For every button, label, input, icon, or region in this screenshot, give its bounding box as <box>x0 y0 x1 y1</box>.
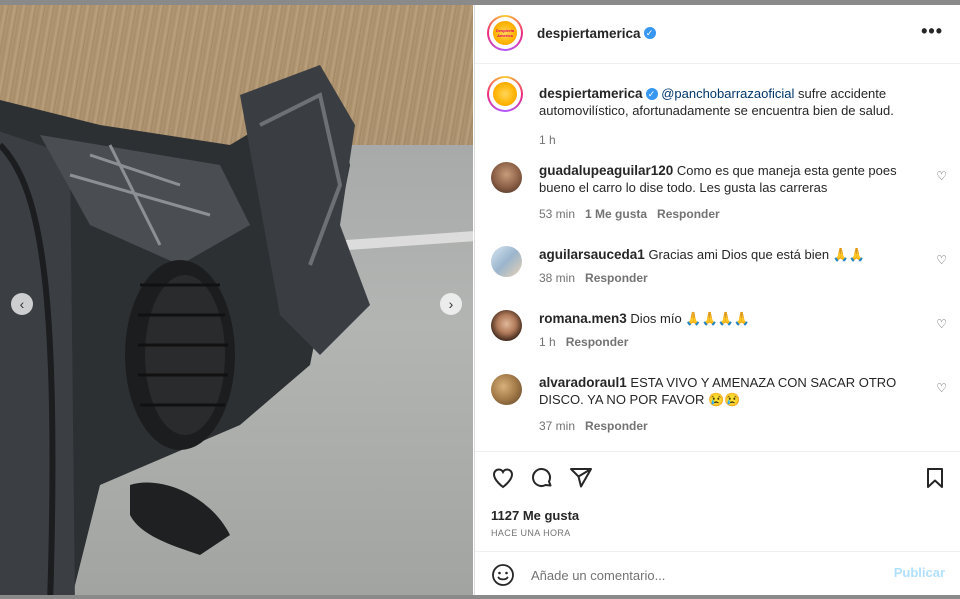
post-actions: 1127 Me gusta HACE UNA HORA <box>475 451 960 552</box>
avatar-logo-text: Despierta America <box>495 28 515 38</box>
heart-icon[interactable] <box>491 466 515 490</box>
comment-likes[interactable]: 1 Me gusta <box>585 207 647 221</box>
like-comment-heart-icon[interactable]: ♡ <box>936 381 947 395</box>
caption-username[interactable]: despiertamerica <box>539 86 643 101</box>
comment-text: aguilarsauceda1 Gracias ami Dios que est… <box>539 246 909 263</box>
comment-text: romana.men3 Dios mío 🙏🙏🙏🙏 <box>539 310 909 327</box>
like-comment-heart-icon[interactable]: ♡ <box>936 253 947 267</box>
comment-time: 38 min <box>539 271 576 285</box>
verified-badge-icon: ✓ <box>645 87 658 100</box>
mention-link[interactable]: @panchobarrazaoficial <box>661 86 794 101</box>
comment-meta: 37 min Responder <box>539 419 648 433</box>
commenter-avatar[interactable] <box>491 246 522 277</box>
next-image-button[interactable]: › <box>440 293 462 315</box>
comment-item: romana.men3 Dios mío 🙏🙏🙏🙏 1 h Responder ♡ <box>475 304 960 352</box>
comment-text: alvaradoraul1 ESTA VIVO Y AMENAZA CON SA… <box>539 374 909 408</box>
reply-button[interactable]: Responder <box>585 271 648 285</box>
comment-username[interactable]: guadalupeaguilar120 <box>539 163 673 178</box>
caption-time: 1 h <box>539 133 556 147</box>
smiley-icon[interactable] <box>491 563 515 587</box>
verified-badge-icon: ✓ <box>643 26 656 39</box>
avatar[interactable]: Despierta America <box>487 15 523 51</box>
comment-item: aguilarsauceda1 Gracias ami Dios que est… <box>475 240 960 288</box>
commenter-avatar[interactable] <box>491 162 522 193</box>
username[interactable]: despiertamerica <box>537 26 641 41</box>
post-header: Despierta America despiertamerica ✓ ••• <box>475 5 960 64</box>
reply-button[interactable]: Responder <box>585 419 648 433</box>
comment-time: 1 h <box>539 335 556 349</box>
comment-time: 37 min <box>539 419 576 433</box>
comment-text: guadalupeaguilar120 Como es que maneja e… <box>539 162 909 196</box>
caption-avatar[interactable] <box>487 76 523 112</box>
comment-input[interactable] <box>529 564 873 586</box>
comment-body: Gracias ami Dios que está bien 🙏🙏 <box>648 247 866 262</box>
previous-image-button[interactable]: ‹ <box>11 293 33 315</box>
post-time-ago: HACE UNA HORA <box>491 528 571 538</box>
caption-item: despiertamerica ✓ @panchobarrazaoficial s… <box>475 76 960 156</box>
bookmark-icon[interactable] <box>923 466 947 490</box>
comment-meta: 1 h Responder <box>539 335 628 349</box>
comment-username[interactable]: aguilarsauceda1 <box>539 247 645 262</box>
likes-count[interactable]: 1127 Me gusta <box>491 508 579 523</box>
commenter-avatar[interactable] <box>491 310 522 341</box>
comment-composer: Publicar <box>475 551 960 596</box>
commenter-avatar[interactable] <box>491 374 522 405</box>
post-sidebar: Despierta America despiertamerica ✓ ••• d… <box>474 5 960 595</box>
comment-username[interactable]: romana.men3 <box>539 311 627 326</box>
header-username-wrap: despiertamerica ✓ <box>537 25 656 43</box>
post-media[interactable]: ‹ › <box>0 5 473 595</box>
comment-username[interactable]: alvaradoraul1 <box>539 375 627 390</box>
like-comment-heart-icon[interactable]: ♡ <box>936 169 947 183</box>
comment-item: guadalupeaguilar120 Como es que maneja e… <box>475 156 960 221</box>
crashed-car-illustration <box>0 65 370 595</box>
caption-text: despiertamerica ✓ @panchobarrazaoficial s… <box>539 85 909 119</box>
share-icon[interactable] <box>569 466 593 490</box>
reply-button[interactable]: Responder <box>657 207 720 221</box>
more-options-icon[interactable]: ••• <box>921 21 943 42</box>
comment-item: alvaradoraul1 ESTA VIVO Y AMENAZA CON SA… <box>475 368 960 433</box>
comment-meta: 38 min Responder <box>539 271 648 285</box>
comment-body: Dios mío 🙏🙏🙏🙏 <box>630 311 751 326</box>
comment-icon[interactable] <box>530 466 554 490</box>
comment-meta: 53 min 1 Me gusta Responder <box>539 207 720 221</box>
comment-time: 53 min <box>539 207 576 221</box>
reply-button[interactable]: Responder <box>566 335 629 349</box>
like-comment-heart-icon[interactable]: ♡ <box>936 317 947 331</box>
comments-list[interactable]: despiertamerica ✓ @panchobarrazaoficial s… <box>475 64 960 451</box>
publish-button[interactable]: Publicar <box>894 565 945 580</box>
